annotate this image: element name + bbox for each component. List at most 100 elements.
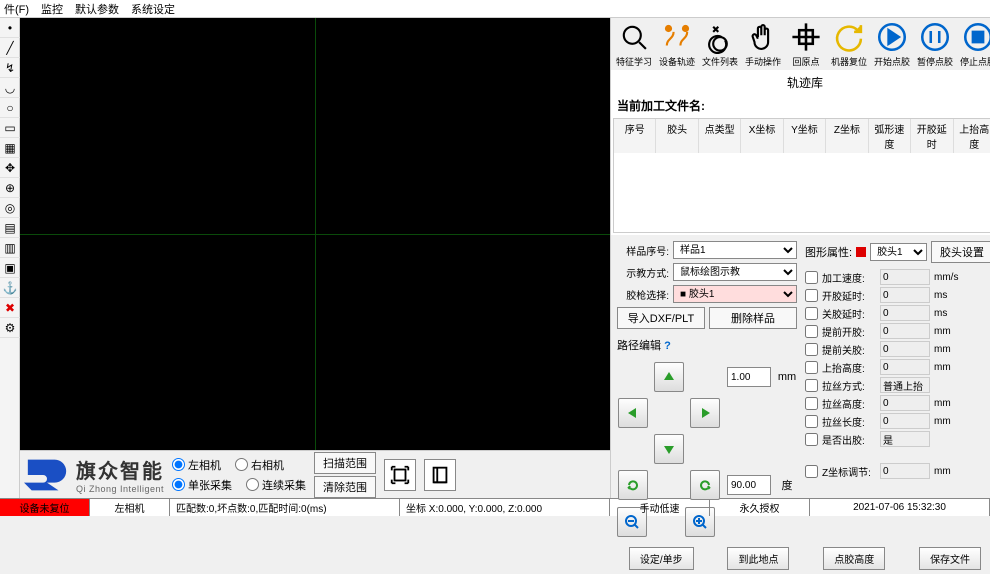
statusbar: 设备未复位 左相机 匹配数:0,坏点数:0,匹配时间:0(ms) 坐标 X:0.… — [0, 498, 990, 516]
param-value-7[interactable] — [880, 395, 930, 411]
th-type: 点类型 — [699, 119, 741, 153]
pause-dispense-button[interactable]: 暂停点胶 — [914, 18, 956, 70]
tool-array-icon[interactable]: ▣ — [0, 258, 20, 278]
radio-continuous-capture[interactable]: 连续采集 — [246, 477, 306, 493]
tool-line-icon[interactable]: ╱ — [0, 38, 20, 58]
param-unit-4: mm — [934, 344, 958, 355]
z-adjust-label: Z坐标调节: — [822, 464, 876, 479]
param-value-5[interactable] — [880, 359, 930, 375]
scan-range-button[interactable]: 扫描范围 — [314, 452, 376, 474]
goto-button[interactable]: 到此地点 — [727, 547, 789, 570]
arrow-down-button[interactable] — [654, 434, 684, 464]
dispense-height-button[interactable]: 点胶高度 — [823, 547, 885, 570]
param-value-1[interactable] — [880, 287, 930, 303]
param-checkbox-1[interactable] — [805, 289, 818, 302]
import-dxf-button[interactable]: 导入DXF/PLT — [617, 307, 705, 329]
tool-circle-icon[interactable]: ○ — [0, 98, 20, 118]
canvas-view[interactable] — [20, 18, 610, 450]
clear-range-button[interactable]: 清除范围 — [314, 476, 376, 498]
teach-mode-select[interactable]: 鼠标绘图示教 — [673, 263, 797, 281]
rotate-cw-button[interactable] — [690, 470, 720, 500]
logo: 旗众智能 Qi Zhong Intelligent — [24, 455, 164, 495]
frame-tool-icon[interactable] — [384, 459, 416, 491]
tool-delete-icon[interactable]: ✖ — [0, 298, 20, 318]
arrow-up-button[interactable] — [654, 362, 684, 392]
device-track-button[interactable]: 设备轨迹 — [656, 18, 698, 70]
tool-gear-icon[interactable]: ⚙ — [0, 318, 20, 338]
head-set-button[interactable]: 胶头设置 — [931, 241, 990, 263]
tool-fill-icon[interactable]: ▦ — [0, 138, 20, 158]
radio-left-camera[interactable]: 左相机 — [172, 457, 221, 473]
tool-polyline-icon[interactable]: ↯ — [0, 58, 20, 78]
radio-single-capture[interactable]: 单张采集 — [172, 477, 232, 493]
param-value-0[interactable] — [880, 269, 930, 285]
manual-op-button[interactable]: 手动操作 — [742, 18, 784, 70]
door-tool-icon[interactable] — [424, 459, 456, 491]
delete-sample-button[interactable]: 删除样品 — [709, 307, 797, 329]
th-lift: 上抬高度 — [954, 119, 990, 153]
param-value-9[interactable] — [880, 431, 930, 447]
step-input[interactable] — [727, 367, 771, 387]
home-button[interactable]: 回原点 — [785, 18, 827, 70]
head-select[interactable]: 胶头1 — [870, 243, 927, 261]
tool-anchor-icon[interactable]: ⚓ — [0, 278, 20, 298]
param-checkbox-3[interactable] — [805, 325, 818, 338]
track-table[interactable]: 序号 胶头 点类型 X坐标 Y坐标 Z坐标 弧形速度 开胶延时 上抬高度 — [613, 118, 990, 233]
param-label-4: 提前关胶: — [822, 342, 876, 357]
param-checkbox-8[interactable] — [805, 415, 818, 428]
tool-target-icon[interactable]: ⊕ — [0, 178, 20, 198]
z-adjust-checkbox[interactable] — [805, 465, 818, 478]
z-adjust-value[interactable] — [880, 463, 930, 479]
status-coords: 坐标 X:0.000, Y:0.000, Z:0.000 — [400, 499, 610, 516]
th-x: X坐标 — [741, 119, 783, 153]
param-checkbox-2[interactable] — [805, 307, 818, 320]
param-value-3[interactable] — [880, 323, 930, 339]
tool-fiducial-icon[interactable]: ◎ — [0, 198, 20, 218]
gun-select[interactable]: ■ 胶头1 — [673, 285, 797, 303]
menu-default-params[interactable]: 默认参数 — [75, 1, 119, 17]
param-label-7: 拉丝高度: — [822, 396, 876, 411]
radio-right-camera[interactable]: 右相机 — [235, 457, 284, 473]
param-checkbox-7[interactable] — [805, 397, 818, 410]
menu-system-setting[interactable]: 系统设定 — [131, 1, 175, 17]
status-auth: 永久授权 — [710, 499, 810, 516]
param-checkbox-9[interactable] — [805, 433, 818, 446]
logo-en: Qi Zhong Intelligent — [76, 484, 164, 494]
param-value-6[interactable] — [880, 377, 930, 393]
th-y: Y坐标 — [784, 119, 826, 153]
param-checkbox-5[interactable] — [805, 361, 818, 374]
save-file-button[interactable]: 保存文件 — [919, 547, 981, 570]
reset-button[interactable]: 机器复位 — [828, 18, 870, 70]
sample-seq-select[interactable]: 样品1 — [673, 241, 797, 259]
param-checkbox-6[interactable] — [805, 379, 818, 392]
feature-learn-button[interactable]: 特征学习 — [613, 18, 655, 70]
tool-rect-icon[interactable]: ▭ — [0, 118, 20, 138]
param-checkbox-0[interactable] — [805, 271, 818, 284]
param-unit-2: ms — [934, 308, 958, 319]
angle-input[interactable] — [727, 475, 771, 495]
tool-layers-icon[interactable]: ▤ — [0, 218, 20, 238]
stop-dispense-button[interactable]: 停止点胶 — [957, 18, 990, 70]
arrow-right-button[interactable] — [690, 398, 720, 428]
param-value-4[interactable] — [880, 341, 930, 357]
set-step-button[interactable]: 设定/单步 — [629, 547, 694, 570]
tool-arc-icon[interactable]: ◡ — [0, 78, 20, 98]
help-icon[interactable]: ? — [664, 340, 671, 352]
teach-mode-label: 示教方式: — [617, 265, 669, 280]
tool-grid-icon[interactable]: ▥ — [0, 238, 20, 258]
th-z: Z坐标 — [826, 119, 868, 153]
menu-monitor[interactable]: 监控 — [41, 1, 63, 17]
param-checkbox-4[interactable] — [805, 343, 818, 356]
tool-point-icon[interactable]: • — [0, 18, 20, 38]
menu-file[interactable]: 件(F) — [4, 1, 29, 17]
start-dispense-button[interactable]: 开始点胶 — [871, 18, 913, 70]
status-datetime: 2021-07-06 15:32:30 — [810, 499, 990, 516]
current-file-label: 当前加工文件名: — [613, 93, 990, 118]
arrow-left-button[interactable] — [618, 398, 648, 428]
file-list-button[interactable]: 文件列表 — [699, 18, 741, 70]
param-value-8[interactable] — [880, 413, 930, 429]
tool-move-icon[interactable]: ✥ — [0, 158, 20, 178]
param-value-2[interactable] — [880, 305, 930, 321]
crosshair-vertical — [315, 18, 316, 450]
rotate-ccw-button[interactable] — [618, 470, 648, 500]
